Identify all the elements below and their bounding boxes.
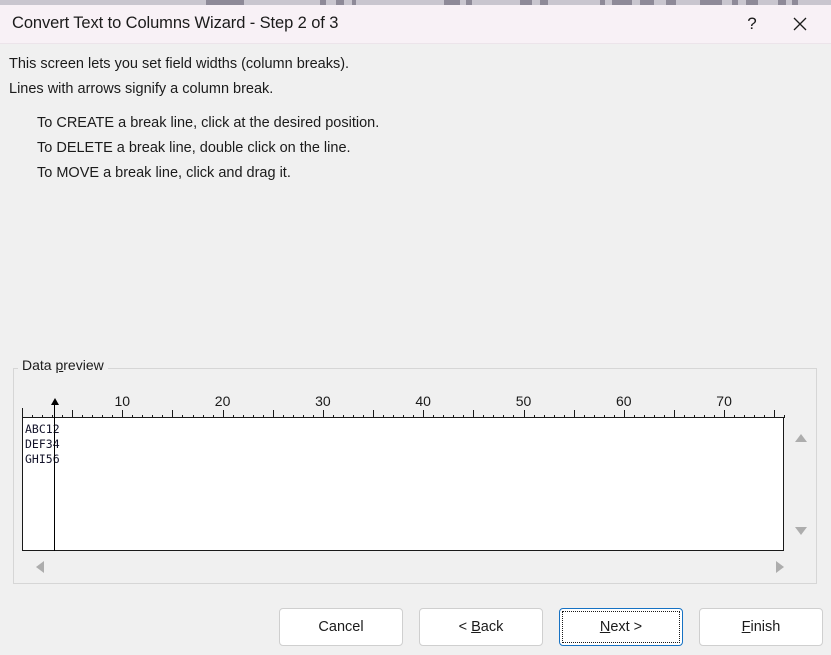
next-button-label: Next > <box>599 619 643 635</box>
close-icon <box>793 17 807 31</box>
data-preview-label: Data preview <box>18 357 108 373</box>
break-arrow-up-icon[interactable] <box>50 398 59 405</box>
ruler-label: 40 <box>415 393 431 409</box>
ruler-label: 20 <box>214 393 231 409</box>
dialog-footer: Cancel < Back Next > Finish <box>0 606 831 648</box>
column-break-line[interactable] <box>53 405 55 551</box>
ruler-label: 60 <box>616 393 632 409</box>
preview-horizontal-scrollbar[interactable] <box>22 554 814 580</box>
ruler-tick-minor <box>784 415 786 418</box>
data-preview-group: Data preview 10 20 30 40 50 60 70 ABC12 DEF34 … <box>13 357 819 586</box>
finish-button[interactable]: Finish <box>699 608 823 646</box>
ruler-label: 70 <box>716 393 732 409</box>
data-preview-label-before: Data <box>22 357 56 373</box>
close-button[interactable] <box>777 5 823 43</box>
instruction-line-create: To CREATE a break line, click at the des… <box>37 115 380 131</box>
instruction-line-1: This screen lets you set field widths (c… <box>9 56 350 72</box>
cancel-button[interactable]: Cancel <box>279 608 403 646</box>
ruler-label: 50 <box>515 393 532 409</box>
instruction-spacer <box>9 102 709 111</box>
finish-button-label: Finish <box>741 619 781 635</box>
ruler-label: 10 <box>114 393 131 409</box>
back-button[interactable]: < Back <box>419 608 543 646</box>
triangle-left-icon[interactable] <box>36 561 44 573</box>
column-break-ruler[interactable]: 10 20 30 40 50 60 70 <box>22 386 786 420</box>
preview-vertical-scrollbar[interactable] <box>788 417 814 551</box>
data-preview-pane[interactable]: ABC12 DEF34 GHI56 <box>22 417 784 551</box>
instruction-line-2: Lines with arrows signify a column break… <box>9 81 274 97</box>
triangle-right-icon[interactable] <box>776 561 784 573</box>
triangle-down-icon[interactable] <box>795 527 807 535</box>
cancel-button-label: Cancel <box>318 619 364 635</box>
title-bar: Convert Text to Columns Wizard - Step 2 … <box>0 5 831 44</box>
window-title: Convert Text to Columns Wizard - Step 2 … <box>12 14 339 32</box>
instruction-block: This screen lets you set field widths (c… <box>9 52 709 186</box>
help-button[interactable]: ? <box>729 5 775 43</box>
question-mark-icon: ? <box>747 14 757 33</box>
instruction-line-move: To MOVE a break line, click and drag it. <box>37 165 291 181</box>
back-button-label: < Back <box>458 619 504 635</box>
triangle-up-icon[interactable] <box>795 434 807 442</box>
next-button[interactable]: Next > <box>559 608 683 646</box>
ruler-label: 30 <box>315 393 331 409</box>
instruction-line-delete: To DELETE a break line, double click on … <box>37 140 351 156</box>
data-preview-label-after: review <box>63 357 104 373</box>
